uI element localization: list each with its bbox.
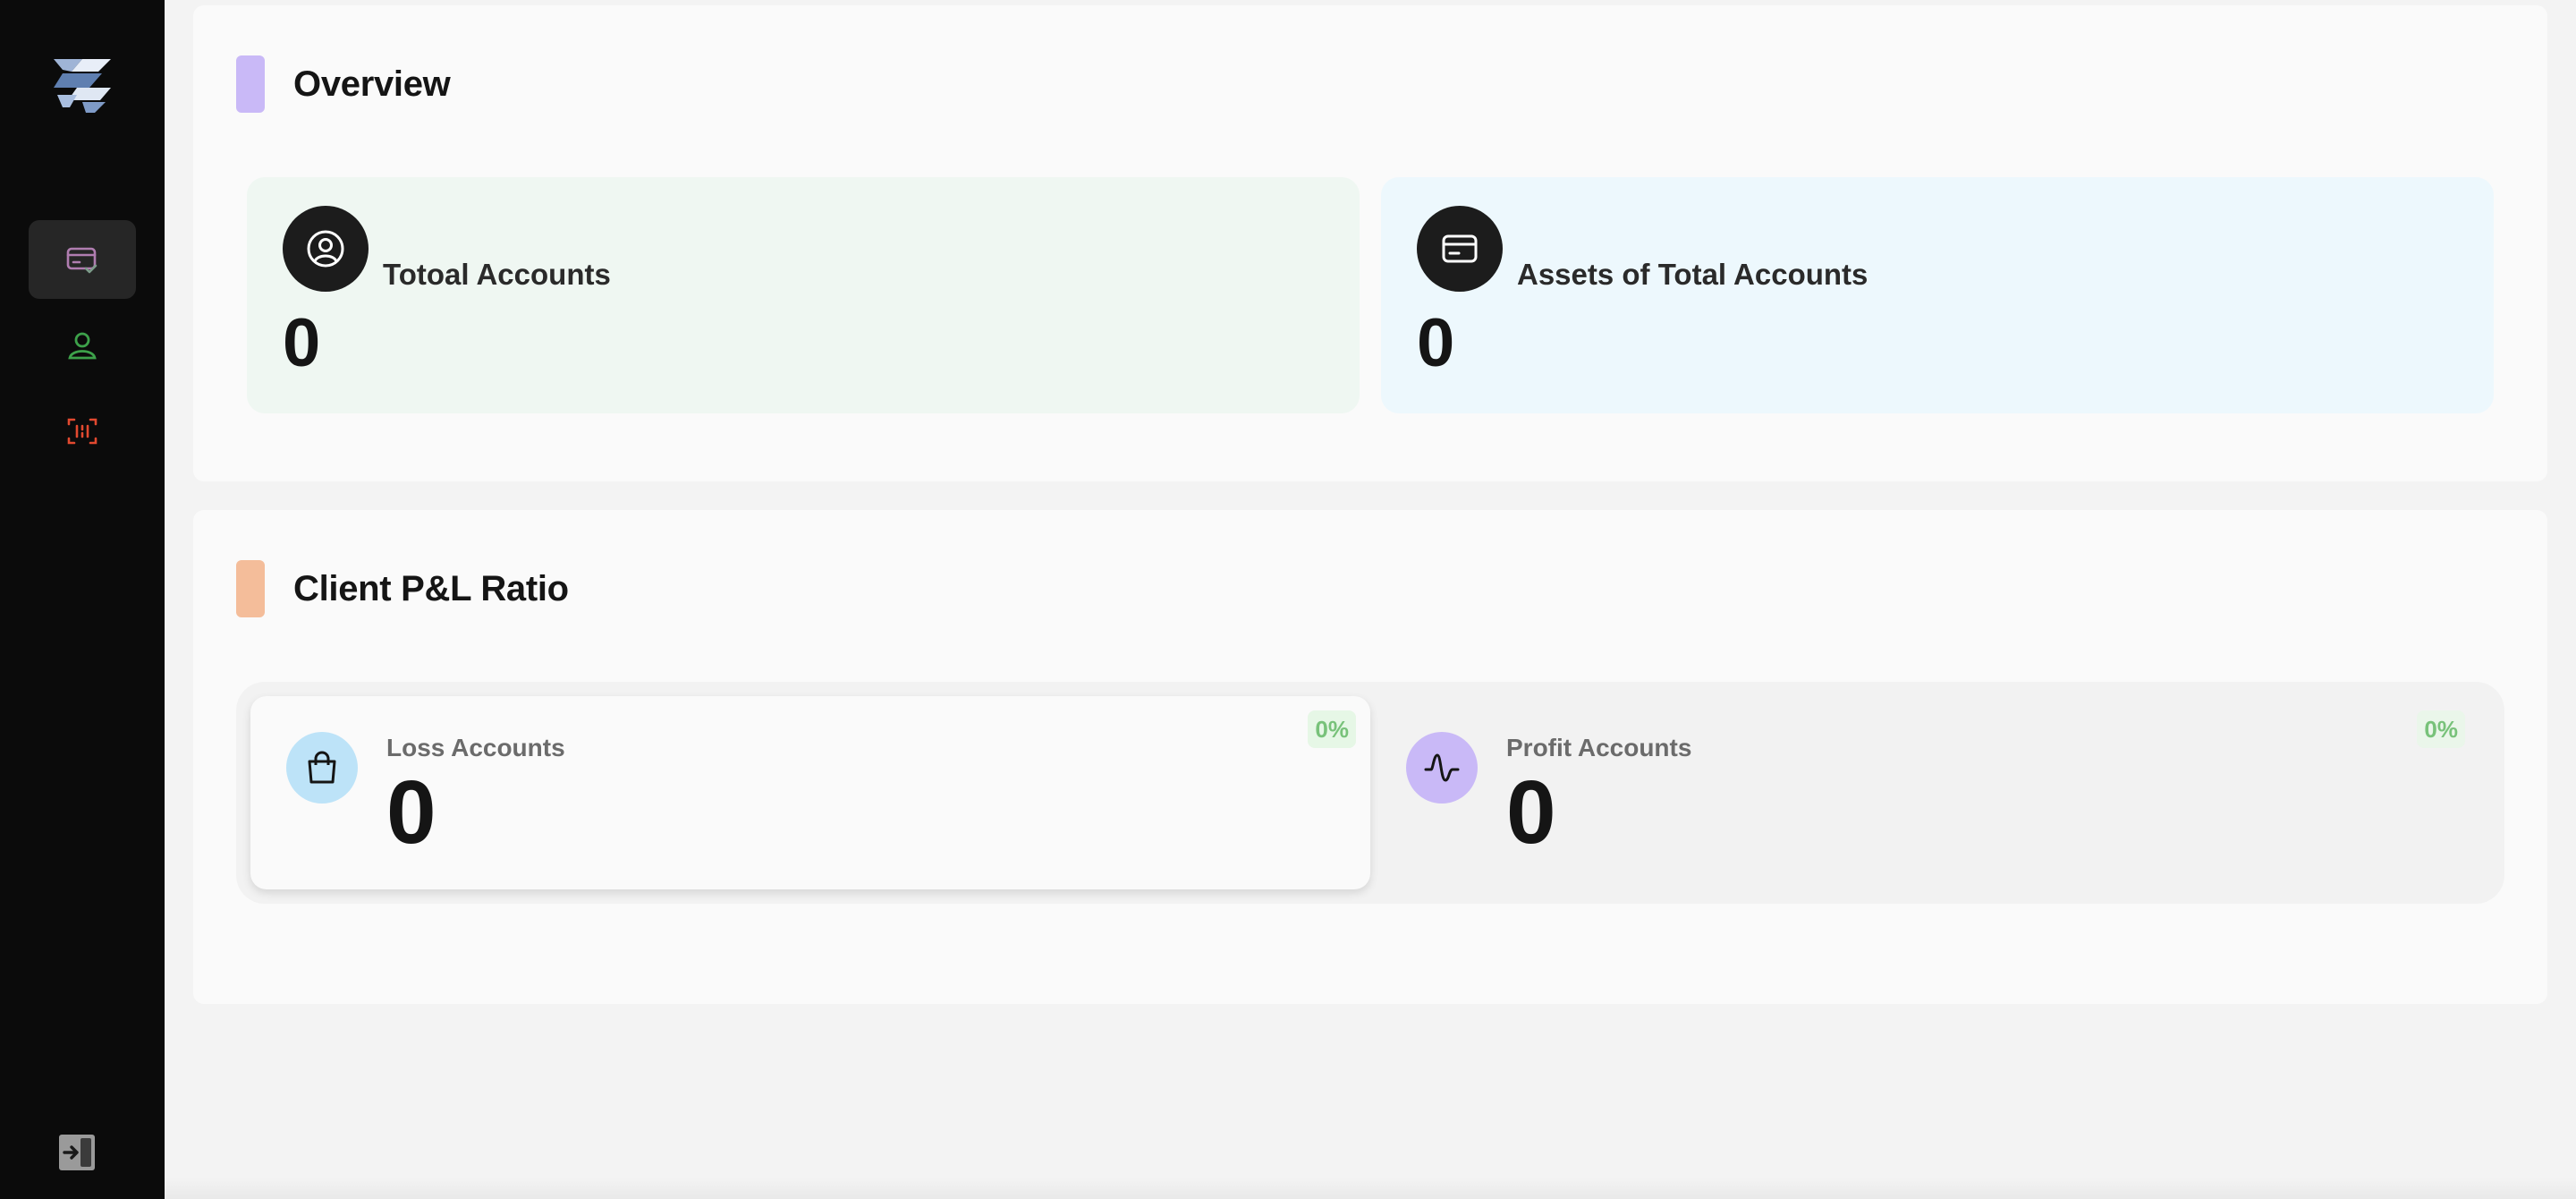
profit-accounts-label: Profit Accounts [1506,734,1692,761]
scan-icon [67,418,97,445]
credit-card-check-icon [66,247,97,274]
overview-panel: Overview Totoal Accounts 0 Assets of Tot… [193,5,2547,481]
loss-accounts-value: 0 [386,762,436,863]
profit-percent-badge: 0% [2417,710,2465,748]
nav-item-scan[interactable] [29,392,136,471]
main-content: Overview Totoal Accounts 0 Assets of Tot… [165,0,2576,1199]
pl-ratio-panel: Client P&L Ratio Loss Accounts 0 0% Prof… [193,510,2547,1004]
user-icon [68,332,97,360]
shopping-bag-icon [286,732,358,804]
total-accounts-value: 0 [283,305,321,381]
total-accounts-label: Totoal Accounts [383,258,611,291]
assets-label: Assets of Total Accounts [1517,258,1868,291]
profit-accounts-value: 0 [1506,762,1556,863]
total-accounts-card[interactable]: Totoal Accounts 0 [247,177,1360,413]
loss-percent-badge: 0% [1308,710,1356,748]
overview-header: Overview [236,55,451,113]
card-icon [1417,206,1503,292]
pl-title: Client P&L Ratio [293,568,569,608]
nav-item-accounts[interactable] [29,220,136,299]
user-circle-icon [283,206,369,292]
overview-title: Overview [293,64,451,104]
profit-accounts-card[interactable]: Profit Accounts 0 0% [1370,696,2490,889]
loss-accounts-card[interactable]: Loss Accounts 0 0% [250,696,1370,889]
pl-accent [236,560,265,617]
assets-card[interactable]: Assets of Total Accounts 0 [1381,177,2494,413]
app-logo[interactable] [50,52,114,115]
pl-header: Client P&L Ratio [236,560,569,617]
sidebar [0,0,165,1199]
assets-value: 0 [1417,305,1455,381]
overview-accent [236,55,265,113]
logout-icon[interactable] [57,1133,97,1172]
pl-ratio-group: Loss Accounts 0 0% Profit Accounts 0 0% [236,682,2504,904]
loss-accounts-label: Loss Accounts [386,734,565,761]
activity-icon [1406,732,1478,804]
nav-item-users[interactable] [29,306,136,385]
bottom-edge [165,1178,2576,1199]
